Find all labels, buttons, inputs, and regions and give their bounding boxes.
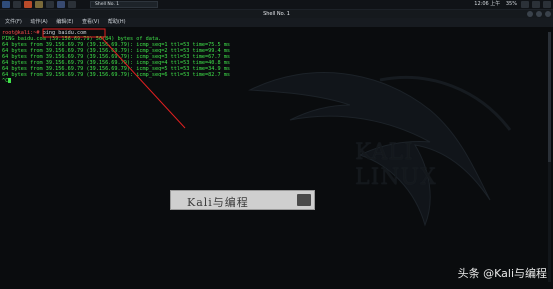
annotation-box [42, 28, 106, 38]
search-banner: Kali与编程 [170, 190, 315, 210]
annotation-arrow [100, 36, 186, 129]
search-icon [297, 194, 311, 206]
annotation-overlay [42, 28, 186, 129]
source-watermark: 头条 @Kali与编程 [457, 267, 547, 280]
search-banner-text: Kali与编程 [187, 196, 249, 209]
